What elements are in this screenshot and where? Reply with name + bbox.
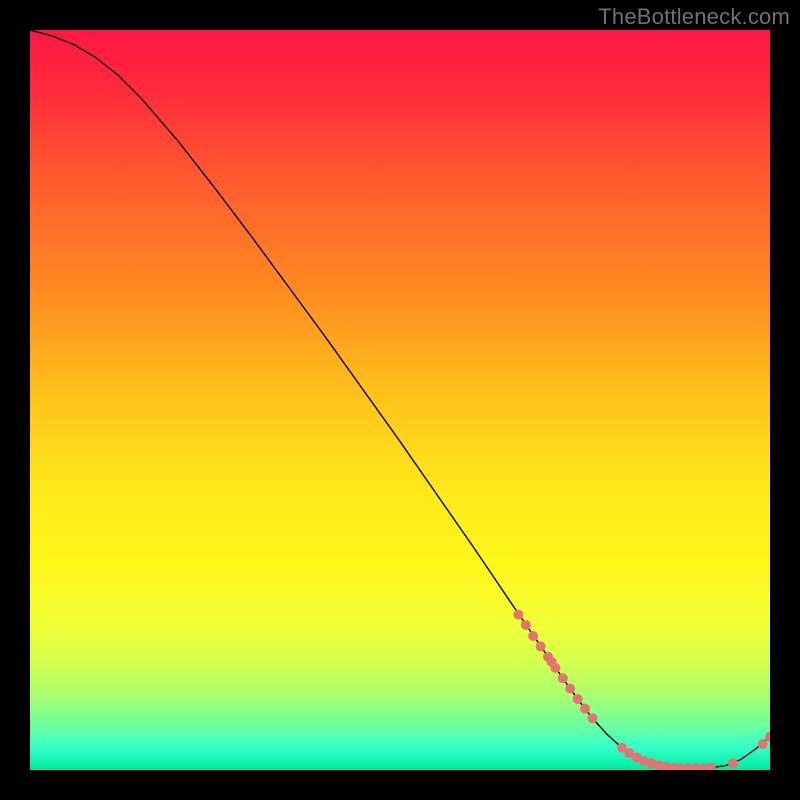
watermark: TheBottleneck.com bbox=[598, 4, 790, 30]
data-point bbox=[580, 704, 590, 714]
data-point bbox=[528, 631, 538, 641]
data-point bbox=[521, 620, 531, 630]
line-chart bbox=[30, 30, 770, 770]
data-point bbox=[728, 758, 738, 768]
plot-area bbox=[30, 30, 770, 770]
data-point bbox=[550, 663, 560, 673]
data-point bbox=[565, 684, 575, 694]
chart-background bbox=[30, 30, 770, 770]
data-point bbox=[587, 713, 597, 723]
chart-container: TheBottleneck.com bbox=[0, 0, 800, 800]
data-point bbox=[758, 739, 768, 749]
data-point bbox=[558, 673, 568, 683]
data-point bbox=[573, 694, 583, 704]
data-point bbox=[536, 641, 546, 651]
data-point bbox=[513, 610, 523, 620]
